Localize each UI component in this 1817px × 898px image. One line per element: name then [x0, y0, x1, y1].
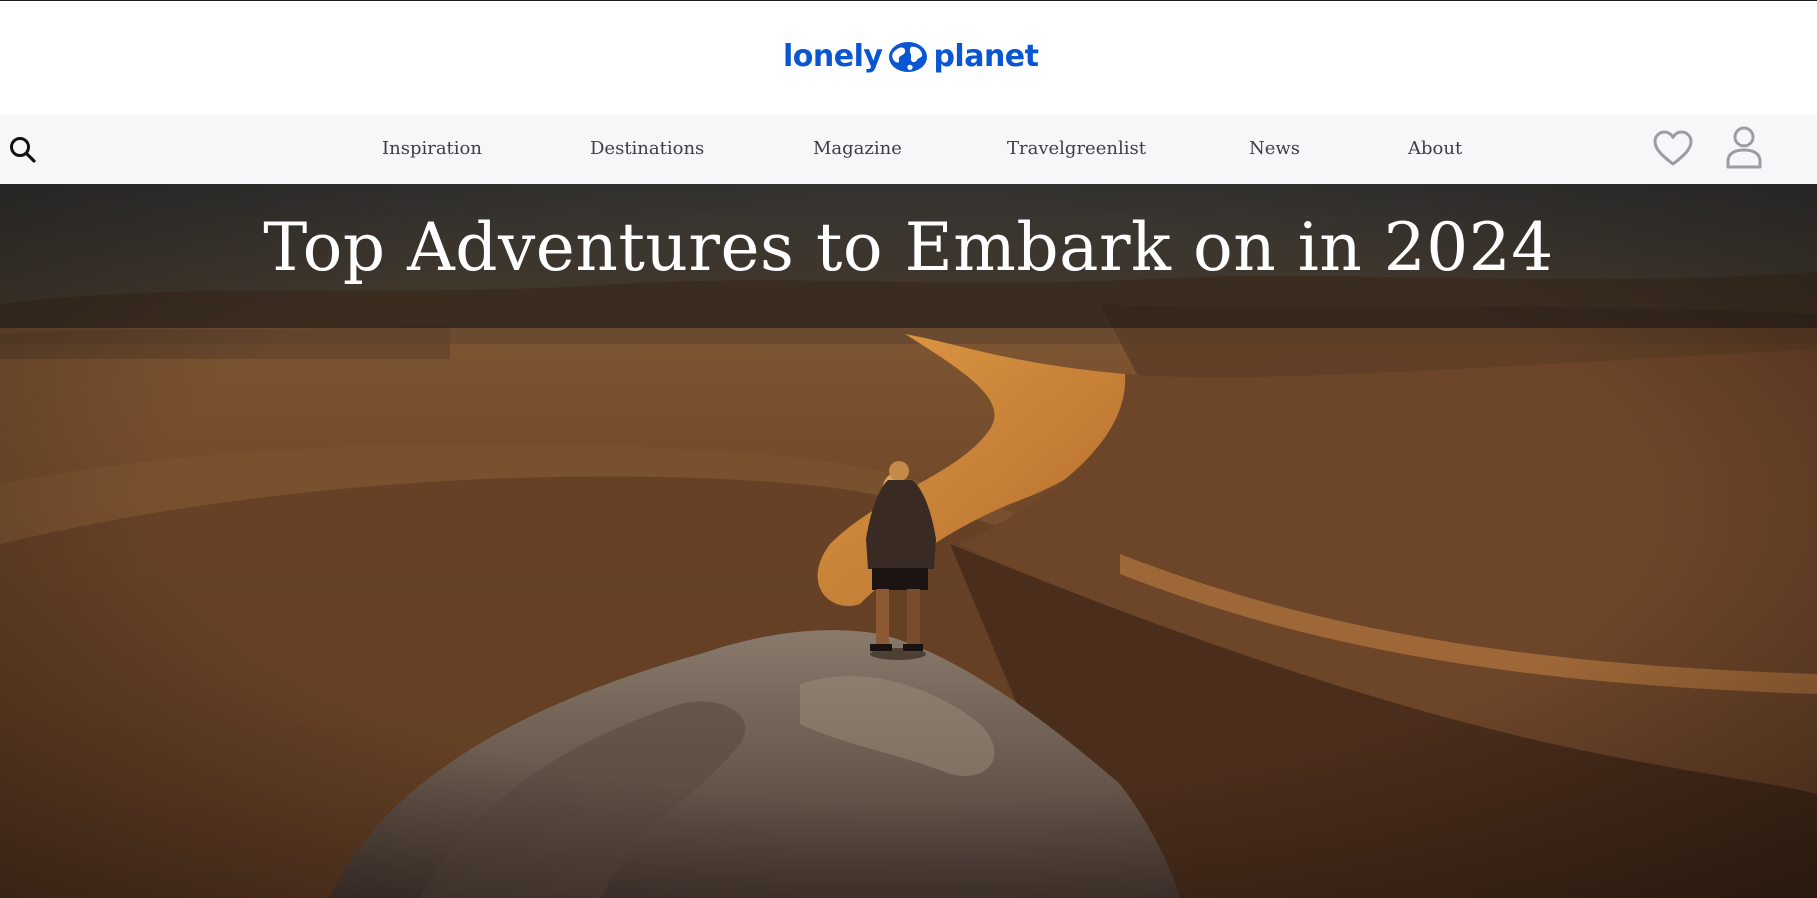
lonely-planet-logo[interactable]: lonely planet [783, 39, 1039, 75]
globe-icon [889, 42, 928, 72]
nav-item-travelgreenlist[interactable]: Travelgreenlist [1007, 137, 1146, 161]
hero-banner[interactable]: Top Adventures to Embark on in 2024 [0, 184, 1817, 898]
search-icon[interactable] [8, 135, 38, 165]
user-icon[interactable] [1724, 125, 1764, 171]
logo-text-lonely: lonely [783, 39, 883, 74]
hero-title[interactable]: Top Adventures to Embark on in 2024 [0, 208, 1817, 288]
main-navigation: Inspiration Destinations Magazine Travel… [0, 115, 1817, 184]
site-header: lonely planet [0, 1, 1817, 115]
heart-icon[interactable] [1652, 129, 1694, 169]
nav-item-inspiration[interactable]: Inspiration [382, 137, 482, 161]
nav-item-news[interactable]: News [1249, 137, 1300, 161]
logo-text-planet: planet [933, 39, 1039, 74]
nav-item-about[interactable]: About [1408, 137, 1462, 161]
nav-item-magazine[interactable]: Magazine [813, 137, 902, 161]
nav-item-destinations[interactable]: Destinations [590, 137, 704, 161]
